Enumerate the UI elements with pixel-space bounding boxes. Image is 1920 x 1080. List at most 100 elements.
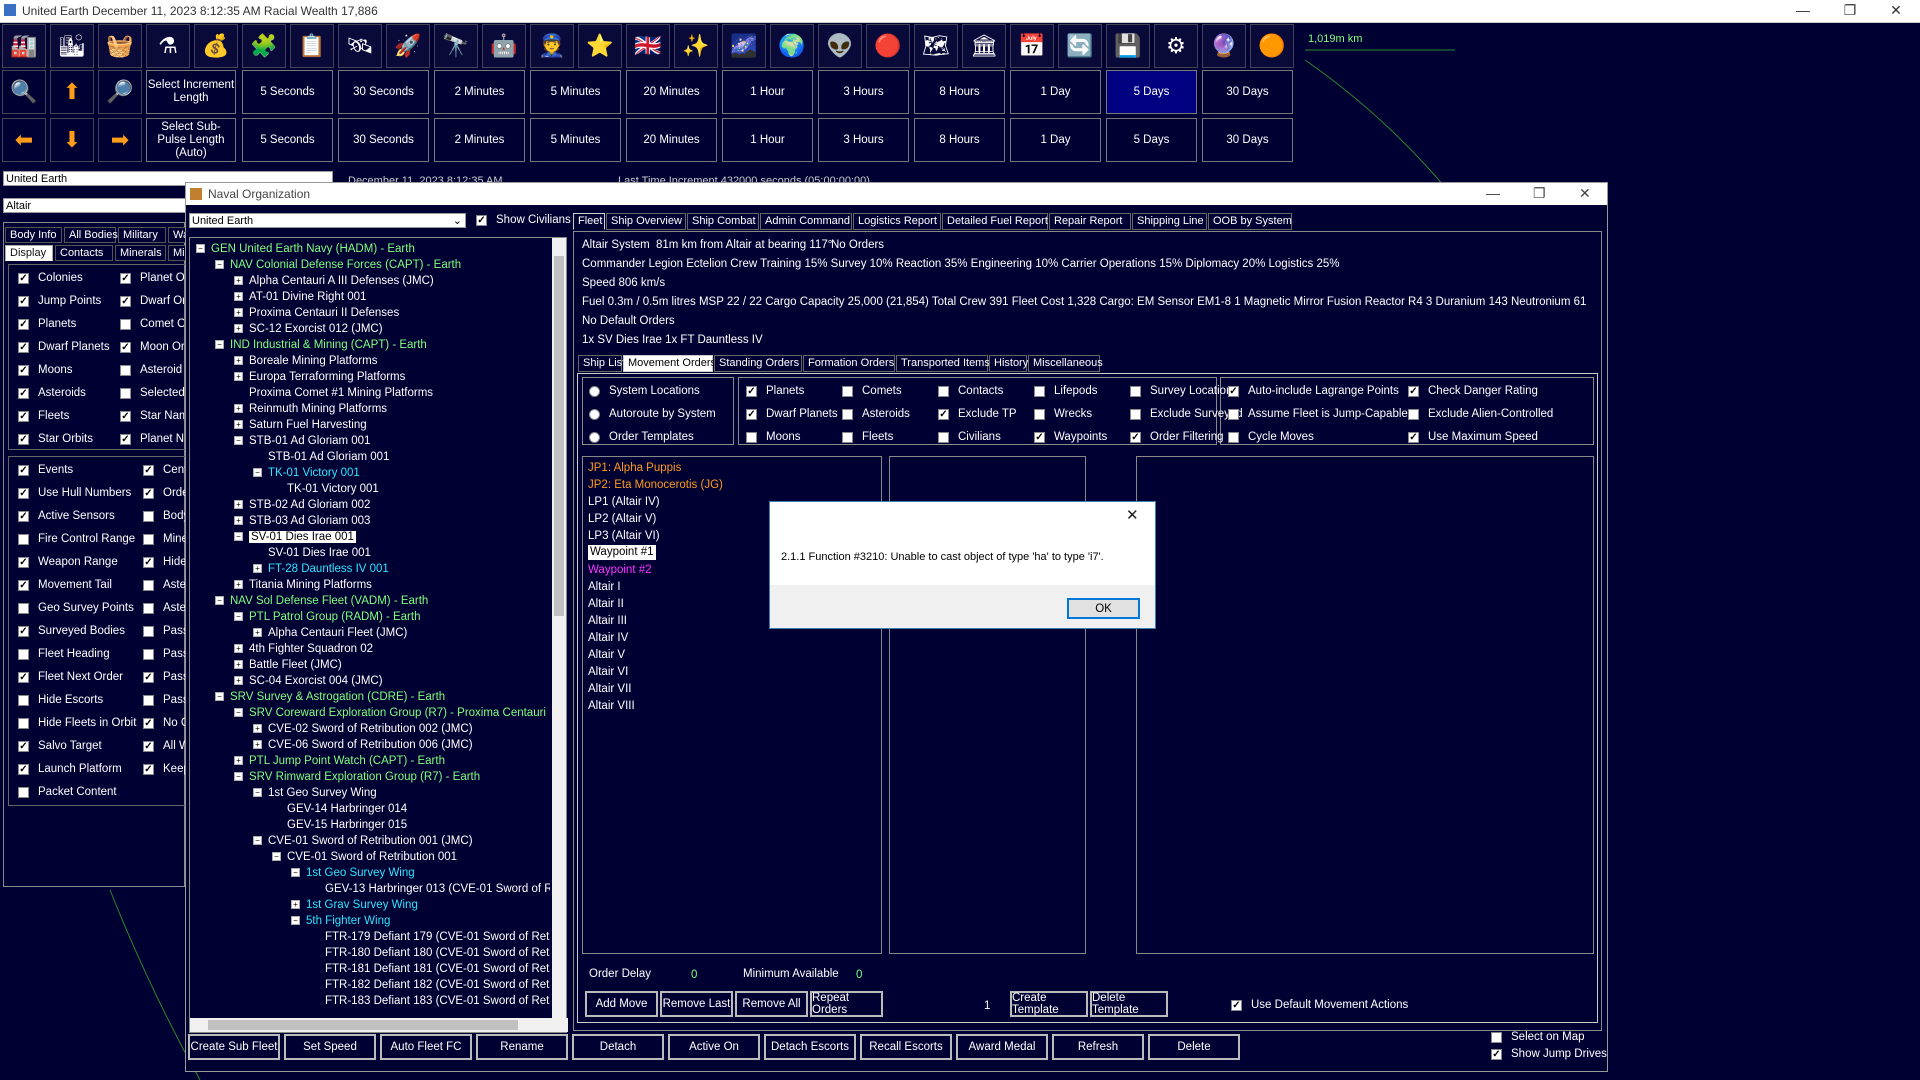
subtab-ship-list[interactable]: Ship List [578,355,625,372]
display-comet-or-checkbox[interactable]: Comet Or [120,318,184,330]
cargo-icon[interactable]: 🧺 [98,24,142,68]
display-pass-checkbox[interactable]: Pass [143,694,189,706]
tree-node[interactable]: + SC-04 Exorcist 004 (JMC) [234,673,383,689]
collapse-icon[interactable]: − [253,788,262,798]
collapse-icon[interactable]: − [291,916,300,926]
collapse-icon[interactable]: − [234,772,243,782]
tree-node[interactable]: − TK-01 Victory 001 [253,465,360,481]
filter-order-filtering-checkbox[interactable]: ✓ Order Filtering [1130,431,1224,443]
filter-comets-checkbox[interactable]: Comets [842,385,902,397]
tab-repair-report[interactable]: Repair Report [1049,213,1131,230]
expand-icon[interactable]: + [234,308,243,318]
expand-icon[interactable]: + [234,276,243,286]
left-tab-military[interactable]: Military [118,227,166,243]
tree-node[interactable]: FTR-181 Defiant 181 (CVE-01 Sword of Ret… [310,961,550,977]
display-moons-checkbox[interactable]: ✓ Moons [18,364,73,376]
tree-node[interactable]: + Alpha Centauri Fleet (JMC) [253,625,407,641]
subpulse-1-hour-button[interactable]: 1 Hour [722,118,813,162]
arrow-left-icon[interactable]: ⬅ [2,118,46,162]
order-delay-value[interactable]: 0 [691,969,697,981]
alien-icon[interactable]: 👽 [818,24,862,68]
set-speed-button[interactable]: Set Speed [284,1034,376,1060]
option-auto-include-lagrange-points-checkbox[interactable]: ✓ Auto-include Lagrange Points [1228,385,1399,397]
expand-icon[interactable]: + [234,372,243,382]
display-fleet-next-order-checkbox[interactable]: ✓ Fleet Next Order [18,671,123,683]
display-mine-checkbox[interactable]: Mine [143,533,188,545]
increment-label-button[interactable]: Select Increment Length [146,70,236,114]
display-planet-na-checkbox[interactable]: ✓ Planet Na [120,433,184,445]
filter-survey-locations-checkbox[interactable]: Survey Locations [1130,385,1238,397]
filter-exclude-tp-checkbox[interactable]: ✓ Exclude TP [938,408,1017,420]
tree-node[interactable]: + Battle Fleet (JMC) [234,657,342,673]
left-tab-display[interactable]: Display [5,245,53,261]
location-item[interactable]: Altair III [588,613,627,629]
wealth-icon[interactable]: 💰 [194,24,238,68]
subpulse-8-hours-button[interactable]: 8 Hours [914,118,1005,162]
display-pass-checkbox[interactable]: Pass [143,648,189,660]
minimum-available-value[interactable]: 0 [856,969,862,981]
tree-vscrollbar[interactable] [552,238,566,1018]
display-pass-checkbox[interactable]: ✓ Pass [143,671,189,683]
tree-node[interactable]: + STB-03 Ad Gloriam 003 [234,513,370,529]
display-body-checkbox[interactable]: Body [143,510,189,522]
settings-icon[interactable]: ⚙ [1154,24,1198,68]
government-icon[interactable]: 🏛 [962,24,1006,68]
location-item[interactable]: Altair V [588,647,625,663]
tree-node[interactable]: − SV-01 Dies Irae 001 [234,529,356,545]
display-asteroid-c-checkbox[interactable]: Asteroid C [120,364,184,376]
tab-oob-by-system[interactable]: OOB by System [1208,213,1292,230]
tree-node[interactable]: −1st Geo Survey Wing [253,785,377,801]
location-item[interactable]: LP3 (Altair VI) [588,528,660,544]
expand-icon[interactable]: + [234,500,243,510]
collapse-icon[interactable]: − [291,868,300,878]
close-button[interactable]: ✕ [1876,2,1916,19]
tree-node[interactable]: GEV-13 Harbringer 013 (CVE-01 Sword of R… [310,881,550,897]
display-dwarf-or-checkbox[interactable]: ✓ Dwarf Or [120,295,184,307]
fleet-tree-panel[interactable]: − GEN United Earth Navy (HADM) - Earth − NA… [189,237,568,1033]
remove-last-button[interactable]: Remove Last [660,991,733,1017]
repeat-count[interactable]: 1 [984,1000,990,1012]
display-cent-checkbox[interactable]: ✓ Cent [143,464,187,476]
tree-node[interactable]: Proxima Comet #1 Mining Platforms [234,385,433,401]
display-selected-checkbox[interactable]: Selected [120,387,184,399]
increment-30-seconds-button[interactable]: 30 Seconds [338,70,429,114]
collapse-icon[interactable]: − [253,468,262,478]
expand-icon[interactable]: + [234,660,243,670]
tree-node[interactable]: + Titania Mining Platforms [234,577,372,593]
tree-node[interactable]: FTR-180 Defiant 180 (CVE-01 Sword of Ret… [310,945,550,961]
subpulse-5-days-button[interactable]: 5 Days [1106,118,1197,162]
increment-20-minutes-button[interactable]: 20 Minutes [626,70,717,114]
filter-contacts-checkbox[interactable]: Contacts [938,385,1003,397]
system-select[interactable]: Altair [3,198,188,213]
filter-dwarf-planets-checkbox[interactable]: ✓ Dwarf Planets [746,408,838,420]
option-assume-fleet-is-jump-capable-checkbox[interactable]: Assume Fleet is Jump-Capable [1228,408,1408,420]
detach-escorts-button[interactable]: Detach Escorts [764,1034,856,1060]
create-sub-fleet-button[interactable]: Create Sub Fleet [188,1034,280,1060]
expand-icon[interactable]: + [253,564,262,574]
arrow-up-icon[interactable]: ⬆ [50,70,94,114]
display-fleets-checkbox[interactable]: ✓ Fleets [18,410,69,422]
tree-node[interactable]: − IND Industrial & Mining (CAPT) - Earth [215,337,427,353]
left-tab-minerals[interactable]: Minerals [115,245,166,261]
display-fire-control-range-checkbox[interactable]: Fire Control Range [18,533,135,545]
create-template-button[interactable]: Create Template [1010,991,1088,1017]
collapse-icon[interactable]: − [253,836,262,846]
location-item[interactable]: Altair I [588,579,621,595]
option-use-maximum-speed-checkbox[interactable]: ✓ Use Maximum Speed [1408,431,1538,443]
display-aster-checkbox[interactable]: Aster [143,602,190,614]
colony-icon[interactable]: 🏭 [2,24,46,68]
tree-node[interactable]: + Saturn Fuel Harvesting [234,417,367,433]
race-dropdown[interactable]: United Earth ⌄ [189,213,466,228]
subpulse-1-day-button[interactable]: 1 Day [1010,118,1101,162]
tree-node[interactable]: FTR-182 Defiant 182 (CVE-01 Sword of Ret… [310,977,550,993]
filter-fleets-checkbox[interactable]: Fleets [842,431,893,443]
subpulse-30-days-button[interactable]: 30 Days [1202,118,1293,162]
display-events-checkbox[interactable]: ✓ Events [18,464,73,476]
close-button[interactable]: ✕ [1579,185,1591,202]
subpulse-5-minutes-button[interactable]: 5 Minutes [530,118,621,162]
tree-node[interactable]: + Boreale Mining Platforms [234,353,377,369]
expand-icon[interactable]: + [253,724,262,734]
research-icon[interactable]: ⚗ [146,24,190,68]
increment-1-hour-button[interactable]: 1 Hour [722,70,813,114]
expand-icon[interactable]: + [234,356,243,366]
